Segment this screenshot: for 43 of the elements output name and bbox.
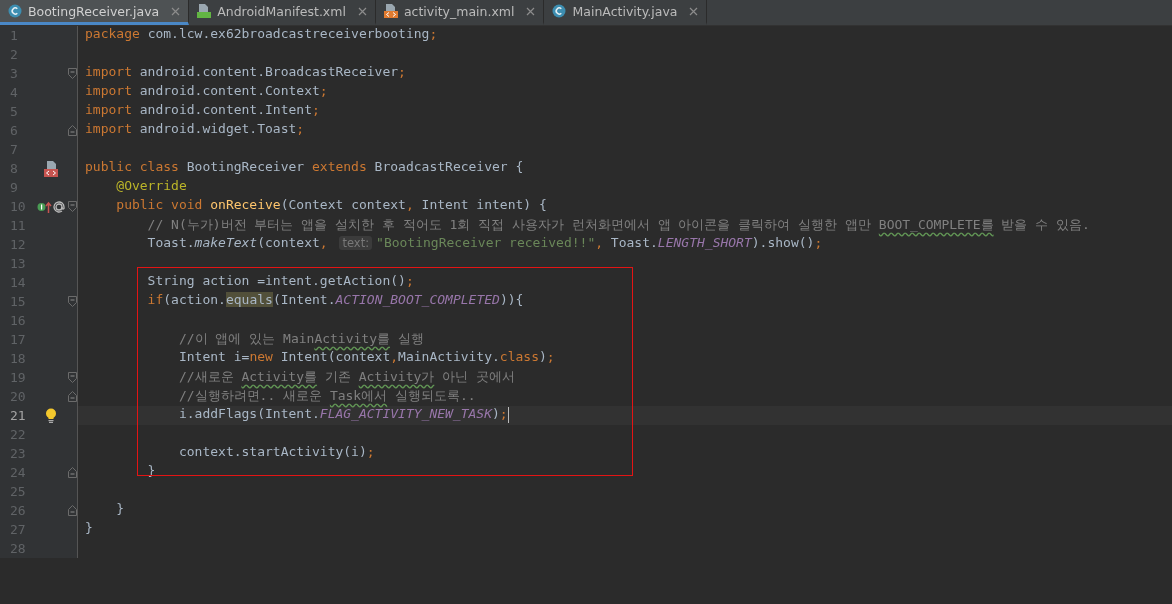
code-line: Intent i=new Intent(context,MainActivity.class); [177,349,556,366]
code-line: context.startActivity(i); [177,444,376,461]
override-icon[interactable] [37,199,65,214]
code-line: //새로운 Activity를 기존 Activity가 아닌 곳에서 [177,368,516,386]
close-icon[interactable] [357,6,367,16]
code-line: String action =intent.getAction(); [146,273,415,290]
code-line: // N(누가)버전 부터는 앱을 설치한 후 적어도 1회 직접 사용자가 런처화면에서 앱 아이콘을 클릭하여 실행한 앱만 BOOT_COMPLETE를 받을 수 있음. [146,216,1091,234]
code-line: import android.content.Intent; [84,102,321,119]
xml-file-icon[interactable] [43,160,59,177]
fold-marker-icon[interactable] [68,125,77,136]
code-line: Toast.makeText(context, text: "BootingReceiver received!!", Toast.LENGTH_SHORT).show(); [146,235,824,252]
editor-tab[interactable]: AndroidManifest.xml [189,0,376,25]
manifest-icon [197,4,212,18]
close-icon[interactable] [171,6,181,16]
code-line: public class BootingReceiver extends BroadcastReceiver { [84,159,525,176]
code-line: i.addFlags(Intent.FLAG_ACTIVITY_NEW_TASK); [177,406,510,425]
lightbulb-icon[interactable] [45,408,57,423]
fold-marker-icon[interactable] [68,68,77,79]
code-line: //이 앱에 있는 MainActivity를 실행 [177,330,425,348]
code-line: package com.lcw.ex62broadcastreceiverbooting; [84,26,439,43]
fold-marker-icon[interactable] [68,505,77,516]
fold-marker-icon[interactable] [68,201,77,212]
code-line: public void onReceive(Context context, Intent intent) { [115,197,548,214]
close-icon[interactable] [526,6,536,16]
code-line: } [115,501,126,518]
code-line: if(action.equals(Intent.ACTION_BOOT_COMPLETED)){ [146,292,525,309]
fold-marker-icon[interactable] [68,296,77,307]
editor-tab[interactable]: BootingReceiver.java [0,0,190,25]
code-line: //실행하려면.. 새로운 Task에서 실행되도록.. [177,387,477,405]
class-icon [552,4,567,18]
code-line: @Override [115,178,188,195]
code-line: } [84,520,94,537]
fold-marker-icon[interactable] [68,372,77,383]
fold-marker-icon[interactable] [68,467,77,478]
xml-file-icon [383,4,398,18]
fold-marker-icon[interactable] [68,391,77,402]
line-number: 21 [9,408,27,423]
code-line: import android.content.Context; [84,83,329,100]
editor-tab[interactable]: activity_main.xml [375,0,545,25]
code-line: import android.widget.Toast; [84,121,306,138]
code-line: import android.content.BroadcastReceiver; [84,64,407,81]
close-icon[interactable] [689,6,699,16]
class-icon [8,4,22,18]
